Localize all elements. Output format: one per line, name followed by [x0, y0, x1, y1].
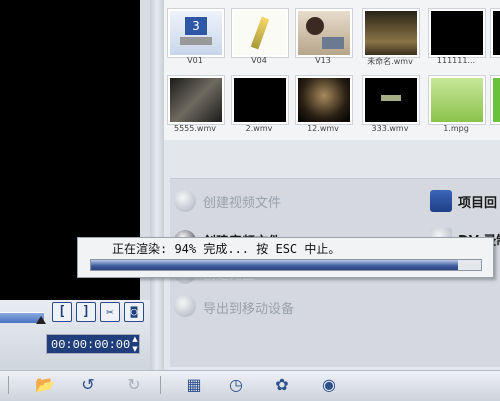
- thumbnail: [493, 78, 500, 122]
- mobile-device-icon: [174, 295, 196, 317]
- timecode-spinner[interactable]: ▲ ▼: [130, 334, 140, 354]
- thumbnail: [170, 78, 222, 122]
- library-item[interactable]: [362, 75, 420, 125]
- library-item[interactable]: [490, 8, 500, 58]
- keyboard-shape: [180, 37, 212, 45]
- library-item-label: 2.wmv: [245, 124, 273, 133]
- library-item[interactable]: [231, 8, 289, 58]
- film-reel-icon: [174, 190, 196, 212]
- create-video-file-button[interactable]: 创建视频文件: [203, 192, 281, 211]
- library-item-label: V04: [251, 56, 267, 65]
- snapshot-icon[interactable]: ◙: [124, 302, 144, 322]
- render-progress-dialog: 正在渲染: 94% 完成... 按 ESC 中止。: [77, 237, 494, 278]
- render-progress-fill: [91, 260, 458, 270]
- library-item[interactable]: [295, 8, 353, 58]
- timecode-field[interactable]: 00:00:00:00: [46, 334, 140, 354]
- thumbnail: [234, 78, 286, 122]
- bottom-toolbar: [0, 370, 500, 401]
- scissors-icon[interactable]: ✂: [100, 302, 120, 322]
- library-item-label: V13: [315, 56, 331, 65]
- toolbar-separator: [160, 376, 161, 394]
- play-icon: [430, 190, 452, 212]
- library-item[interactable]: [231, 75, 289, 125]
- library-item-label: 未命名.wmv: [367, 57, 413, 66]
- title-text-shape: [381, 95, 401, 101]
- library-item-label: 111111...: [436, 56, 476, 65]
- project-playback-button[interactable]: 项目回: [458, 192, 497, 211]
- thumbnail: [298, 78, 350, 122]
- mark-out-button[interactable]: ]: [76, 302, 96, 322]
- panel-divider[interactable]: [150, 0, 164, 370]
- library-item[interactable]: [362, 8, 420, 58]
- thumbnail: [365, 78, 417, 122]
- mark-in-button[interactable]: [: [52, 302, 72, 322]
- library-item-label: 333.wmv: [371, 124, 409, 133]
- library-item[interactable]: [428, 75, 486, 125]
- render-progress-bar: [90, 259, 482, 271]
- thumbnail: [365, 11, 417, 55]
- thumbnail: [493, 11, 500, 55]
- library-item-label: 5555.wmv: [174, 124, 216, 133]
- redo-icon[interactable]: ↻: [122, 374, 146, 396]
- thumbnail: [234, 11, 286, 55]
- thumbnail: 3: [170, 11, 222, 55]
- library-item-label: V01: [187, 56, 203, 65]
- library-item[interactable]: [428, 8, 486, 58]
- thumbnail: [298, 11, 350, 55]
- thumbnail: [431, 11, 483, 55]
- toolbar-separator: [8, 376, 9, 394]
- library-item-label: 12.wmv: [307, 124, 339, 133]
- burn-disc-icon[interactable]: ◉: [317, 374, 341, 396]
- monitor-icon: 3: [185, 17, 207, 35]
- effects-icon[interactable]: ✿: [270, 374, 294, 396]
- undo-icon[interactable]: ↺: [76, 374, 100, 396]
- media-import-icon[interactable]: ▦: [182, 374, 206, 396]
- time-clock-icon[interactable]: ◷: [224, 374, 248, 396]
- open-folder-icon[interactable]: 📂: [33, 374, 57, 396]
- scrub-handle[interactable]: [36, 316, 46, 324]
- flower-shape: [250, 16, 270, 50]
- library-item[interactable]: [490, 75, 500, 125]
- library-item-label: 1.mpg: [443, 124, 469, 133]
- library-item[interactable]: 3: [167, 8, 225, 58]
- render-progress-text: 正在渲染: 94% 完成... 按 ESC 中止。: [112, 242, 341, 256]
- thumbnail: [431, 78, 483, 122]
- library-item[interactable]: [167, 75, 225, 125]
- laptop-shape: [322, 37, 344, 49]
- library-item[interactable]: [295, 75, 353, 125]
- export-mobile-button[interactable]: 导出到移动设备: [203, 298, 294, 317]
- person-shape: [306, 17, 324, 35]
